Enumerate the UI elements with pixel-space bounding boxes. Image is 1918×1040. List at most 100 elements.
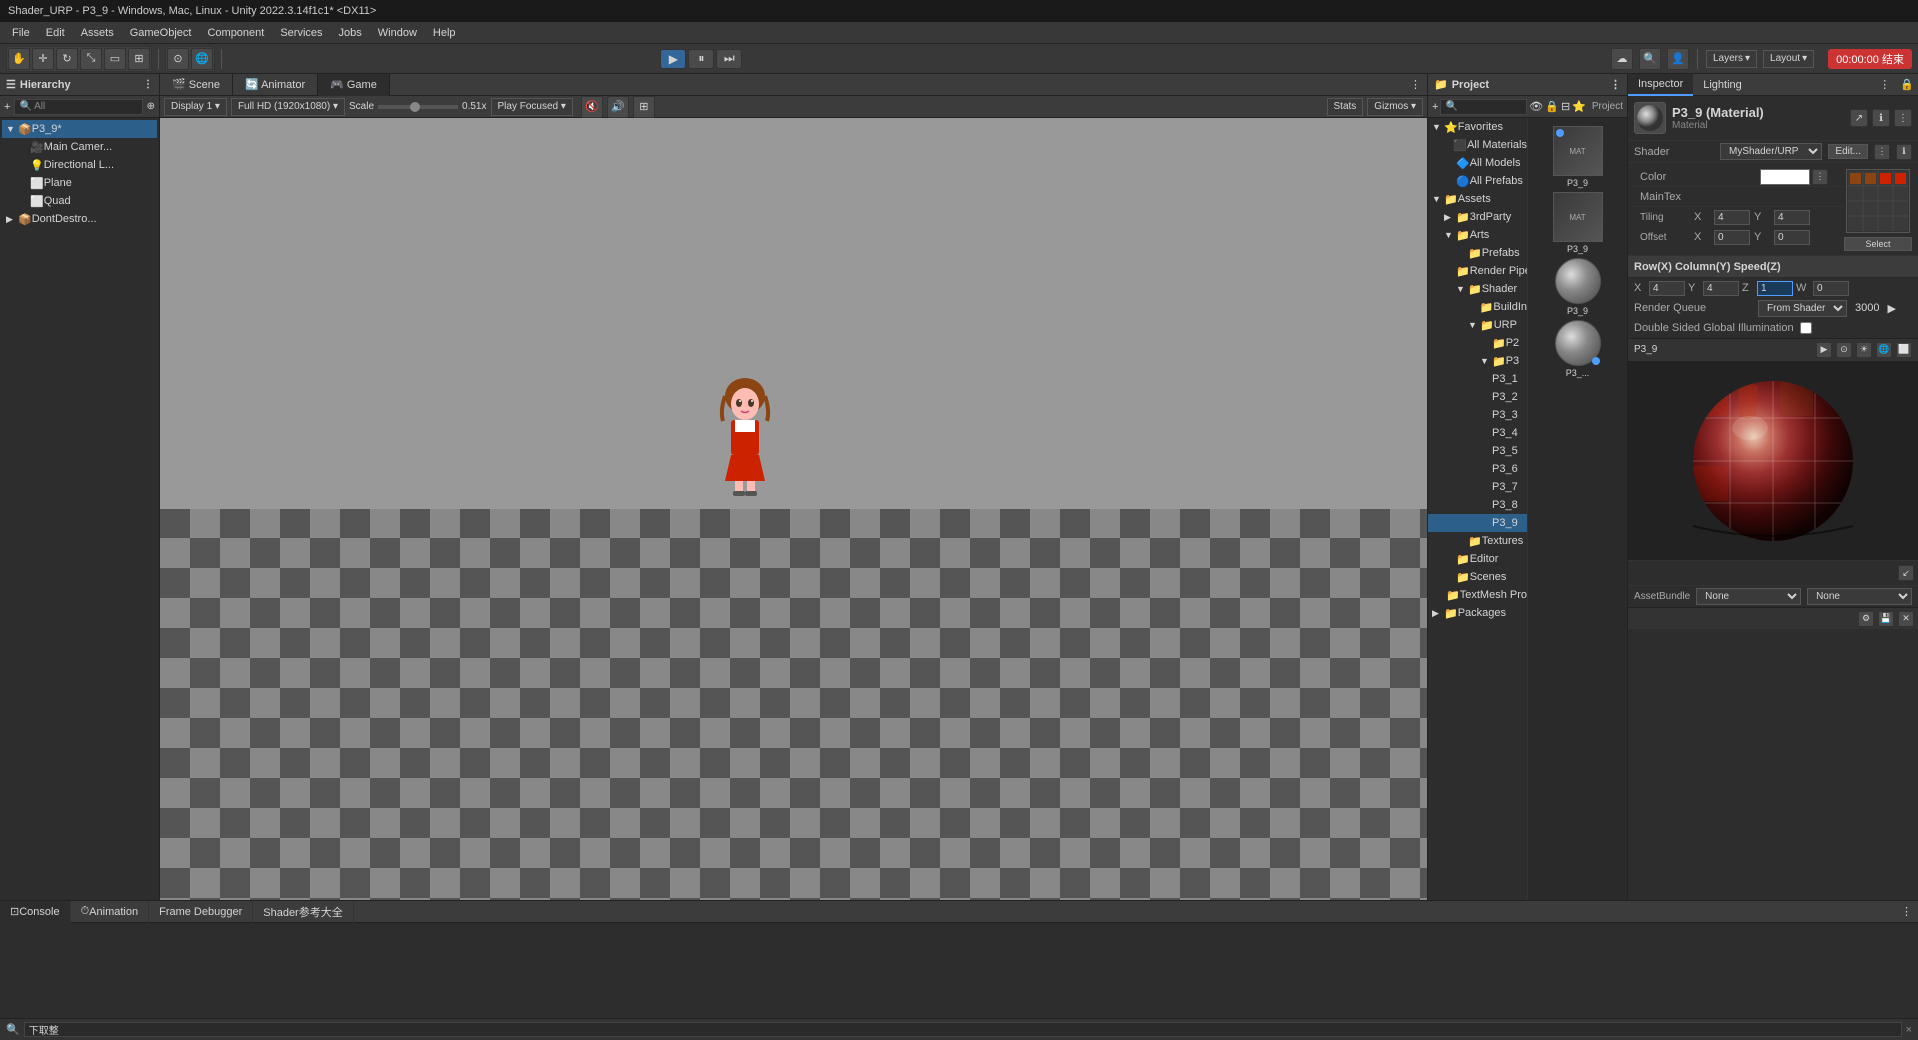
info-icon[interactable]: ℹ [1872,109,1890,127]
tab-animation[interactable]: ⏱ Animation [71,901,150,923]
search-close-btn[interactable]: × [1906,1024,1912,1036]
timer-button[interactable]: 00:00:00 结束 [1828,49,1912,69]
options-icon[interactable]: ⋮ [1894,109,1912,127]
p3-6-folder[interactable]: P3_6 [1428,460,1527,478]
tab-animator[interactable]: 🔄 Animator [233,74,318,96]
scale-tool[interactable]: ⤡ [80,48,102,70]
tab-inspector[interactable]: Inspector [1628,74,1693,96]
menu-assets[interactable]: Assets [73,25,122,41]
search-icon[interactable]: 🔍 [1639,48,1661,70]
hierarchy-search[interactable]: 🔍 All [19,101,45,112]
arts-folder[interactable]: ▼ 📁 Arts [1428,226,1527,244]
account-icon[interactable]: 👤 [1667,48,1689,70]
play-button[interactable]: ▶ [660,49,686,69]
hierarchy-item-maincam[interactable]: 🎥 Main Camer... [2,138,157,156]
rect-tool[interactable]: ▭ [104,48,126,70]
play-focused-dropdown[interactable]: Play Focused ▾ [491,98,573,116]
lock-icon[interactable]: 🔒 [1545,100,1559,113]
p3-1-folder[interactable]: P3_1 [1428,370,1527,388]
insp-close-icon[interactable]: ✕ [1898,611,1914,627]
favorites-folder[interactable]: ▼ ⭐ Favorites [1428,118,1527,136]
insp-save-icon[interactable]: 💾 [1878,611,1894,627]
row-w-input[interactable] [1813,281,1849,296]
color-options[interactable]: ⋮ [1812,169,1828,185]
textures-folder[interactable]: 📁 Textures [1428,532,1527,550]
move-tool[interactable]: ✛ [32,48,54,70]
global-btn[interactable]: 🌐 [191,48,213,70]
pivot-btn[interactable]: ⊙ [167,48,189,70]
proj-search[interactable]: 🔍 [1445,101,1457,112]
hand-tool[interactable]: ✋ [8,48,30,70]
hierarchy-menu[interactable]: ⋮ [143,79,153,90]
hierarchy-item-quad[interactable]: ⬜ Quad [2,192,157,210]
resolution-dropdown[interactable]: Full HD (1920x1080) ▾ [231,98,345,116]
menu-help[interactable]: Help [425,25,464,41]
hierarchy-item-plane[interactable]: ⬜ Plane [2,174,157,192]
transform-tool[interactable]: ⊞ [128,48,150,70]
insp-settings-icon[interactable]: ⚙ [1858,611,1874,627]
editor-folder[interactable]: 📁 Editor [1428,550,1527,568]
render-queue-type[interactable]: From Shader [1758,300,1847,317]
all-prefabs[interactable]: 🔵 All Prefabs [1428,172,1527,190]
eye-icon[interactable]: 👁 [1529,100,1543,113]
asset-p3-9-2[interactable]: MAT P3_9 [1548,192,1608,254]
asset-p3-4[interactable]: P3_... [1548,320,1608,378]
project-menu[interactable]: ⋮ [1610,78,1621,91]
open-icon[interactable]: ↗ [1850,109,1868,127]
shader-dropdown[interactable]: MyShader/URP [1720,143,1822,160]
all-models[interactable]: 🔷 All Models [1428,154,1527,172]
3rdparty-folder[interactable]: ▶ 📁 3rdParty [1428,208,1527,226]
menu-jobs[interactable]: Jobs [331,25,370,41]
render-pipeline-folder[interactable]: 📁 Render Pipeline [1428,262,1527,280]
urp-folder[interactable]: ▼ 📁 URP [1428,316,1527,334]
star-icon[interactable]: ⭐ [1572,100,1586,113]
shader-folder[interactable]: ▼ 📁 Shader [1428,280,1527,298]
preview-bg-btn[interactable]: ⬜ [1896,342,1912,358]
hierarchy-item-dontdestroy[interactable]: ▶ 📦 DontDestro... [2,210,157,228]
audio-icon[interactable]: 🔊 [607,96,629,118]
textmesh-folder[interactable]: 📁 TextMesh Pro [1428,586,1527,604]
p3-4-folder[interactable]: P3_4 [1428,424,1527,442]
menu-file[interactable]: File [4,25,38,41]
p3-7-folder[interactable]: P3_7 [1428,478,1527,496]
prefabs-folder[interactable]: 📁 Prefabs [1428,244,1527,262]
tab-game[interactable]: 🎮 Game [318,74,390,96]
bottom-menu[interactable]: ⋮ [1895,905,1918,918]
color-swatch[interactable] [1760,169,1810,185]
asset-p3-9-3[interactable]: P3_9 [1548,258,1608,316]
offset-x-input[interactable] [1714,230,1750,245]
display-dropdown[interactable]: Display 1 ▾ [164,98,227,116]
filter-icon[interactable]: ⊟ [1561,100,1570,113]
buildin-folder[interactable]: 📁 BuildIn [1428,298,1527,316]
preview-light-btn[interactable]: ☀ [1856,342,1872,358]
preview-env-btn[interactable]: 🌐 [1876,342,1892,358]
step-button[interactable]: ⏭ [716,49,742,69]
shader-options[interactable]: ⋮ [1874,144,1890,160]
cloud-icon[interactable]: ☁ [1611,48,1633,70]
proj-add-btn[interactable]: + [1432,101,1438,113]
tab-lighting[interactable]: Lighting [1693,74,1752,96]
p3-2-folder[interactable]: P3_2 [1428,388,1527,406]
tab-shader-ref[interactable]: Shader参考大全 [253,901,353,923]
p3-9-folder[interactable]: P3_9 [1428,514,1527,532]
shader-info[interactable]: ℹ [1896,144,1912,160]
tiling-x-input[interactable] [1714,210,1750,225]
inspector-menu[interactable]: ⋮ [1873,78,1896,91]
row-y-input[interactable] [1703,281,1739,296]
layout-dropdown[interactable]: Layout ▾ [1763,50,1814,68]
asset-bundle-select-2[interactable]: None [1807,588,1912,605]
gizmos-btn[interactable]: Gizmos ▾ [1367,98,1423,116]
double-sided-checkbox[interactable] [1800,322,1812,334]
p3-3-folder[interactable]: P3_3 [1428,406,1527,424]
stats-btn[interactable]: Stats [1327,98,1364,116]
hierarchy-item-p3-9[interactable]: ▼ 📦 P3_9* [2,120,157,138]
scenes-folder[interactable]: 📁 Scenes [1428,568,1527,586]
preview-type-btn[interactable]: ⊙ [1836,342,1852,358]
assets-root[interactable]: ▼ 📁 Assets [1428,190,1527,208]
p3-5-folder[interactable]: P3_5 [1428,442,1527,460]
offset-y-input[interactable] [1774,230,1810,245]
asset-p3-9-1[interactable]: MAT P3_9 [1548,126,1608,188]
viewport-menu[interactable]: ⋮ [1404,78,1427,91]
tab-frame-debugger[interactable]: Frame Debugger [149,901,253,923]
row-z-input[interactable] [1757,281,1793,296]
